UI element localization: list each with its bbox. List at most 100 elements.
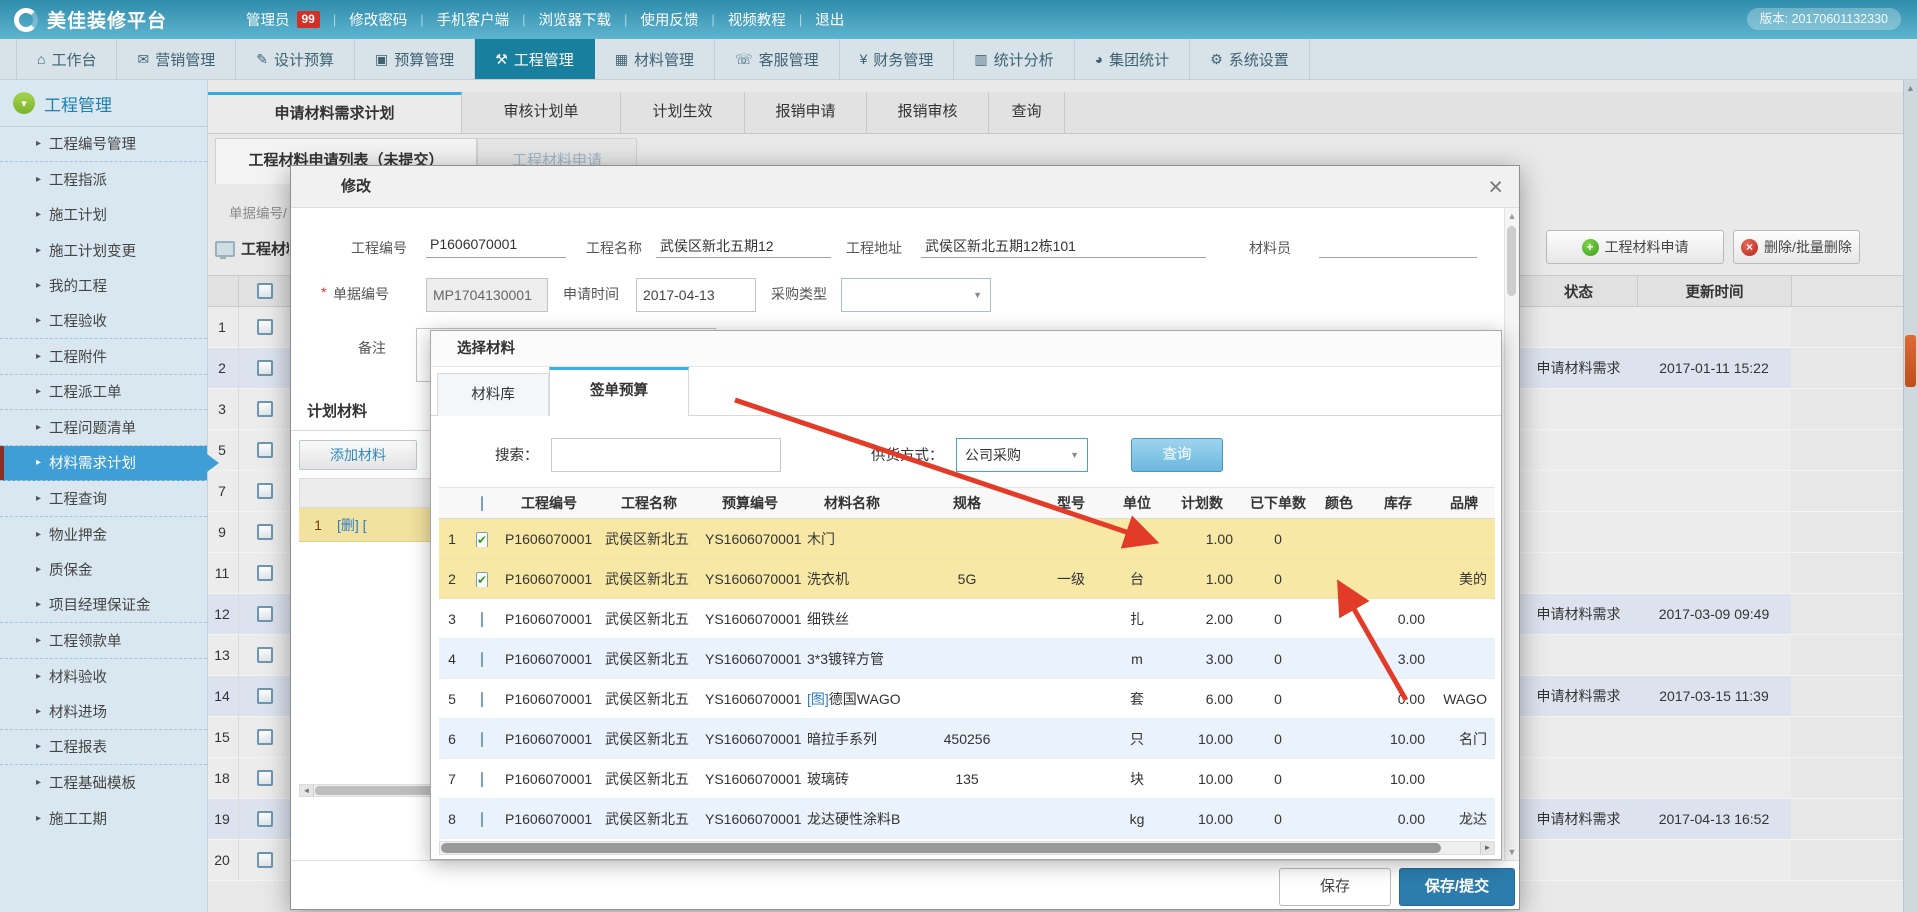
topbar-link[interactable]: 退出 — [815, 9, 844, 30]
table-row[interactable]: 12 — [206, 594, 290, 635]
new-material-request-button[interactable]: + 工程材料申请 — [1546, 230, 1724, 264]
table-row[interactable]: 2 — [206, 348, 290, 389]
page-scrollbar[interactable]: ▲ — [1903, 80, 1917, 912]
row-checkbox[interactable] — [257, 647, 273, 663]
tab-material-library[interactable]: 材料库 — [437, 373, 549, 416]
sidebar-item-材料验收[interactable]: ▸材料验收 — [0, 659, 207, 695]
picker-row[interactable]: 2✔P1606070001武侯区新北五YS1606070001洗衣机5G一级台1… — [439, 559, 1495, 599]
row-checkbox[interactable] — [257, 524, 273, 540]
picker-h-scrollbar-thumb[interactable] — [441, 843, 1441, 853]
sidebar-item-工程指派[interactable]: ▸工程指派 — [0, 162, 207, 198]
scroll-up-icon[interactable]: ▲ — [1505, 211, 1519, 221]
sidebar-item-工程附件[interactable]: ▸工程附件 — [0, 339, 207, 375]
sidebar-item-材料需求计划[interactable]: ▸材料需求计划 — [0, 446, 207, 482]
sidebar-item-工程报表[interactable]: ▸工程报表 — [0, 730, 207, 766]
nav-item-设计预算[interactable]: ✎设计预算 — [236, 39, 355, 79]
row-checkbox[interactable] — [257, 688, 273, 704]
table-row[interactable]: 3 — [206, 389, 290, 430]
select-all-checkbox[interactable] — [257, 283, 273, 299]
table-row[interactable]: 14 — [206, 676, 290, 717]
table-row[interactable]: 1 — [206, 307, 290, 348]
sidebar-item-工程问题清单[interactable]: ▸工程问题清单 — [0, 410, 207, 446]
topbar-link[interactable]: 使用反馈 — [640, 9, 698, 30]
save-submit-button[interactable]: 保存/提交 — [1399, 868, 1515, 906]
table-row[interactable] — [1520, 307, 1906, 348]
table-row[interactable]: 申请材料需求2017-03-15 11:39 — [1520, 676, 1906, 717]
nav-item-营销管理[interactable]: ✉营销管理 — [117, 39, 236, 79]
select-all-checkbox[interactable] — [481, 496, 483, 511]
nav-item-预算管理[interactable]: ▣预算管理 — [355, 39, 475, 79]
row-checkbox[interactable] — [257, 360, 273, 376]
tab-计划生效[interactable]: 计划生效 — [621, 92, 745, 133]
modal-scrollbar-thumb[interactable] — [1507, 226, 1516, 296]
add-material-button[interactable]: 添加材料 — [299, 440, 417, 470]
sidebar-item-工程领款单[interactable]: ▸工程领款单 — [0, 623, 207, 659]
sidebar-item-施工计划变更[interactable]: ▸施工计划变更 — [0, 233, 207, 269]
table-row[interactable]: 申请材料需求2017-04-13 16:52 — [1520, 799, 1906, 840]
scroll-down-icon[interactable]: ▼ — [1505, 847, 1519, 857]
plan-h-scrollbar-thumb[interactable] — [315, 786, 445, 795]
row-checkbox[interactable] — [257, 811, 273, 827]
tab-查询[interactable]: 查询 — [989, 92, 1065, 133]
page-scrollbar-thumb[interactable] — [1905, 335, 1916, 387]
query-button[interactable]: 查询 — [1131, 438, 1223, 472]
sidebar-header[interactable]: ▾ 工程管理 — [0, 80, 207, 127]
sidebar-item-物业押金[interactable]: ▸物业押金 — [0, 517, 207, 553]
sidebar-item-项目经理保证金[interactable]: ▸项目经理保证金 — [0, 588, 207, 624]
picker-row-checkbox[interactable]: ✔ — [476, 532, 488, 547]
table-row[interactable] — [1520, 471, 1906, 512]
scroll-left-icon[interactable]: ◄ — [300, 785, 314, 796]
nav-item-材料管理[interactable]: ▦材料管理 — [595, 39, 715, 79]
purchase-type-select[interactable]: ▼ — [841, 278, 991, 312]
table-row[interactable]: 7 — [206, 471, 290, 512]
clerk-value[interactable] — [1319, 236, 1477, 258]
sidebar-item-我的工程[interactable]: ▸我的工程 — [0, 268, 207, 304]
table-row[interactable] — [1520, 717, 1906, 758]
sidebar-item-工程派工单[interactable]: ▸工程派工单 — [0, 375, 207, 411]
nav-item-工作台[interactable]: ⌂工作台 — [16, 39, 117, 79]
row-checkbox[interactable] — [257, 565, 273, 581]
tab-报销申请[interactable]: 报销申请 — [745, 92, 867, 133]
sidebar-item-材料进场[interactable]: ▸材料进场 — [0, 694, 207, 730]
picker-row[interactable]: 7P1606070001武侯区新北五YS1606070001玻璃砖135块10.… — [439, 759, 1495, 799]
tab-报销审核[interactable]: 报销审核 — [867, 92, 989, 133]
tab-审核计划单[interactable]: 审核计划单 — [462, 92, 621, 133]
picker-row-checkbox[interactable] — [481, 732, 483, 747]
notification-badge[interactable]: 99 — [297, 11, 320, 28]
plan-materials-tab[interactable]: 计划材料 — [307, 400, 367, 421]
table-row[interactable] — [1520, 512, 1906, 553]
row-checkbox[interactable] — [257, 442, 273, 458]
nav-item-系统设置[interactable]: ⚙系统设置 — [1190, 39, 1310, 79]
table-row[interactable] — [1520, 840, 1906, 881]
picker-row[interactable]: 1✔P1606070001武侯区新北五YS1606070001木门套1.000 — [439, 519, 1495, 559]
row-checkbox[interactable] — [257, 319, 273, 335]
scroll-right-icon[interactable]: ► — [1480, 842, 1494, 854]
table-row[interactable]: 11 — [206, 553, 290, 594]
sidebar-item-工程查询[interactable]: ▸工程查询 — [0, 481, 207, 517]
sidebar-item-工程编号管理[interactable]: ▸工程编号管理 — [0, 126, 207, 162]
sidebar-item-工程验收[interactable]: ▸工程验收 — [0, 304, 207, 340]
sidebar-item-质保金[interactable]: ▸质保金 — [0, 552, 207, 588]
nav-item-统计分析[interactable]: ▥统计分析 — [954, 39, 1074, 79]
topbar-link[interactable]: 视频教程 — [728, 9, 786, 30]
row-checkbox[interactable] — [257, 401, 273, 417]
nav-item-集团统计[interactable]: ◕集团统计 — [1075, 39, 1190, 79]
picker-row-checkbox[interactable] — [481, 772, 483, 787]
table-row[interactable]: 19 — [206, 799, 290, 840]
table-row[interactable]: 20 — [206, 840, 290, 881]
nav-item-财务管理[interactable]: ¥财务管理 — [840, 39, 955, 79]
table-row[interactable] — [1520, 553, 1906, 594]
modal-scrollbar[interactable]: ▲ ▼ — [1504, 208, 1519, 860]
search-input[interactable] — [551, 438, 781, 472]
row-checkbox[interactable] — [257, 606, 273, 622]
table-row[interactable] — [1520, 430, 1906, 471]
close-icon[interactable]: × — [1488, 170, 1503, 204]
table-row[interactable] — [1520, 758, 1906, 799]
nav-item-客服管理[interactable]: ☏客服管理 — [715, 39, 840, 79]
save-button[interactable]: 保存 — [1279, 868, 1391, 906]
sidebar-item-工程基础模板[interactable]: ▸工程基础模板 — [0, 765, 207, 801]
topbar-link[interactable]: 手机客户端 — [437, 9, 510, 30]
picker-row-checkbox[interactable] — [481, 692, 483, 707]
picker-row-checkbox[interactable] — [481, 612, 483, 627]
row-checkbox[interactable] — [257, 483, 273, 499]
